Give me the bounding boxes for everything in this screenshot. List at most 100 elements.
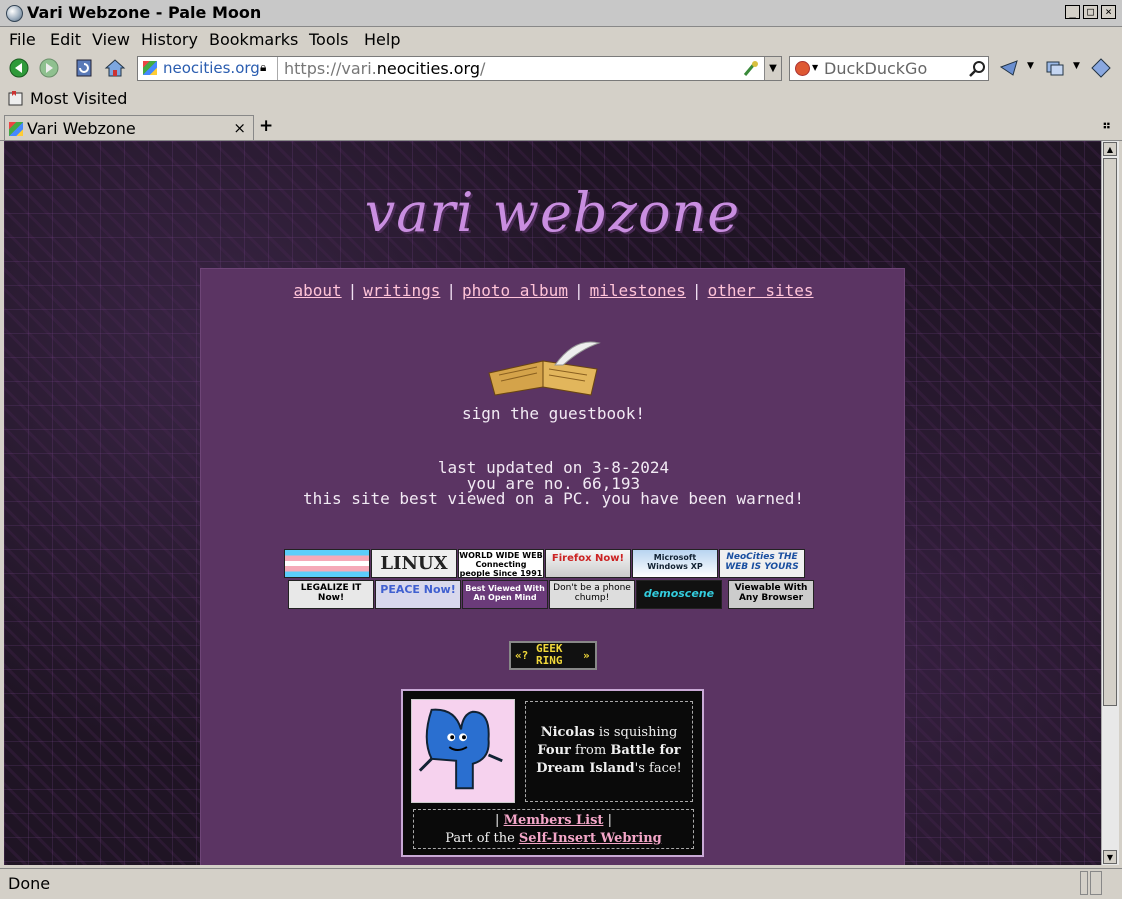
members-pre: | — [495, 813, 504, 828]
downloads-dropdown-icon[interactable]: ▼ — [1027, 61, 1034, 71]
new-tab-button[interactable]: + — [259, 116, 273, 136]
vertical-scrollbar[interactable]: ▲ ▼ — [1101, 141, 1119, 865]
url-bar[interactable]: neocities.org 🔒︎ https://vari.neocities.… — [137, 56, 782, 81]
page-content: vari webzone about | writings | photo album |… — [4, 141, 1101, 865]
menu-history[interactable]: History — [141, 30, 198, 49]
self-insert-webring-link[interactable]: Self-Insert Webring — [519, 831, 662, 846]
nav-milestones-link[interactable]: milestones — [590, 281, 686, 300]
page-action-icon[interactable] — [742, 60, 760, 78]
forward-icon[interactable] — [38, 57, 60, 79]
any-browser-badge: Viewable With Any Browser — [728, 580, 814, 609]
open-mind-badge: Best Viewed With An Open Mind — [462, 580, 548, 609]
peace-now-badge: PEACE Now! — [375, 580, 461, 609]
firefox-badge: Firefox Now! — [545, 549, 631, 578]
legalize-it-badge: LEGALIZE IT Now! — [288, 580, 374, 609]
scroll-up-button[interactable]: ▲ — [1103, 142, 1117, 156]
four-character-image — [411, 699, 515, 803]
back-icon[interactable] — [8, 57, 30, 79]
nav-writings-link[interactable]: writings — [363, 281, 440, 300]
url-text[interactable]: https://vari.neocities.org/ — [284, 59, 485, 78]
phone-chump-badge: Don't be a phone chump! — [549, 580, 635, 609]
search-bar[interactable]: ▼ DuckDuckGo — [789, 56, 989, 81]
neocities-badge: NeoCities THE WEB IS YOURS — [719, 549, 805, 578]
duckduckgo-icon[interactable] — [795, 61, 810, 76]
geek-ring-badge[interactable]: «? GEEK RING » — [509, 641, 597, 670]
status-text: Done — [8, 874, 51, 893]
windows-xp-badge: Microsoft Windows XP — [632, 549, 718, 578]
url-dropdown-button[interactable]: ▼ — [764, 57, 781, 80]
tab-close-icon[interactable]: × — [233, 119, 246, 137]
menu-edit[interactable]: Edit — [50, 30, 81, 49]
maximize-button[interactable]: □ — [1083, 5, 1098, 19]
menu-help[interactable]: Help — [364, 30, 400, 49]
menu-tools[interactable]: Tools — [309, 30, 348, 49]
guestbook-book-icon[interactable] — [485, 339, 603, 399]
site-title: vari webzone — [364, 181, 741, 244]
self-insert-webring: Nicolas is squishing Four from Battle fo… — [401, 689, 704, 857]
minimize-button[interactable]: _ — [1065, 5, 1080, 19]
close-window-button[interactable]: × — [1101, 5, 1116, 19]
webring-member-name: Nicolas — [540, 725, 595, 740]
main-panel: about | writings | photo album | milestones | ot… — [200, 268, 905, 865]
tab-favicon-icon — [9, 122, 23, 136]
menu-bar: File Edit View History Bookmarks Tools H… — [0, 27, 1122, 52]
site-nav: about | writings | photo album | milestones | ot… — [293, 281, 814, 300]
list-all-tabs-icon[interactable]: ⠶ — [1102, 118, 1111, 132]
menu-file[interactable]: File — [9, 30, 36, 49]
url-domain: neocities.org — [376, 59, 480, 78]
addons-icon[interactable] — [1090, 57, 1112, 79]
title-bar: Vari Webzone - Pale Moon _ □ × — [0, 0, 1122, 27]
bookmarks-toolbar: Most Visited — [0, 86, 1122, 111]
demoscene-badge: demoscene — [636, 580, 722, 609]
downloads-icon[interactable] — [998, 57, 1020, 79]
trans-flag-badge — [284, 549, 370, 578]
site-identity[interactable]: neocities.org 🔒︎ — [138, 57, 278, 80]
site-domain: neocities.org — [163, 59, 260, 77]
most-visited-folder-icon — [8, 91, 23, 106]
navigation-toolbar: neocities.org 🔒︎ https://vari.neocities.… — [0, 52, 1122, 85]
site-favicon-icon — [143, 61, 157, 75]
guestbook-link[interactable]: sign the guestbook! — [201, 404, 906, 423]
url-suffix: / — [479, 59, 486, 78]
menu-bookmarks[interactable]: Bookmarks — [209, 30, 298, 49]
menu-view[interactable]: View — [92, 30, 130, 49]
tab-vari-webzone[interactable]: Vari Webzone × — [4, 115, 254, 140]
tab-title: Vari Webzone — [27, 119, 136, 138]
most-visited-bookmark[interactable]: Most Visited — [30, 89, 127, 108]
nav-photo-album-link[interactable]: photo album — [462, 281, 568, 300]
webring-bfdi-2: Dream Island — [536, 761, 635, 776]
webring-four: Four — [537, 743, 571, 758]
geek-ring-next[interactable]: » — [583, 649, 590, 662]
windows-icon[interactable] — [1044, 57, 1066, 79]
www-badge: WORLD WIDE WEB Connecting people Since 1… — [458, 549, 544, 578]
resize-grip[interactable] — [1090, 871, 1102, 895]
members-post: | — [603, 813, 612, 828]
geek-ring-text-2: RING — [536, 654, 563, 667]
part-of-text: Part of the — [445, 831, 519, 846]
webring-from: from — [570, 743, 611, 758]
nav-other-sites-link[interactable]: other sites — [708, 281, 814, 300]
webring-face: 's face! — [634, 761, 682, 776]
engine-dropdown-icon[interactable]: ▼ — [812, 63, 818, 72]
webring-footer: | Members List | Part of the Self-Insert… — [413, 809, 694, 849]
scroll-down-button[interactable]: ▼ — [1103, 850, 1117, 864]
webring-text-1: is squishing — [594, 725, 678, 740]
reload-icon[interactable] — [73, 57, 95, 79]
linux-badge: LINUX — [371, 549, 457, 578]
nav-about-link[interactable]: about — [293, 281, 341, 300]
status-panel — [1080, 871, 1088, 895]
webring-bfdi-1: Battle for — [610, 743, 681, 758]
pale-moon-logo-icon — [6, 5, 23, 22]
lock-icon: 🔒︎ — [260, 60, 267, 74]
webring-description: Nicolas is squishing Four from Battle fo… — [525, 701, 693, 802]
url-prefix: https://vari. — [284, 59, 377, 78]
members-list-link[interactable]: Members List — [504, 813, 604, 828]
status-bar: Done — [0, 868, 1122, 899]
window-title: Vari Webzone - Pale Moon — [27, 3, 262, 22]
home-icon[interactable] — [104, 57, 126, 79]
windows-dropdown-icon[interactable]: ▼ — [1073, 61, 1080, 71]
search-go-icon[interactable] — [968, 60, 986, 78]
search-input[interactable]: DuckDuckGo — [824, 59, 927, 78]
scroll-thumb[interactable] — [1103, 158, 1117, 706]
geek-ring-prev[interactable]: «? — [515, 649, 528, 662]
